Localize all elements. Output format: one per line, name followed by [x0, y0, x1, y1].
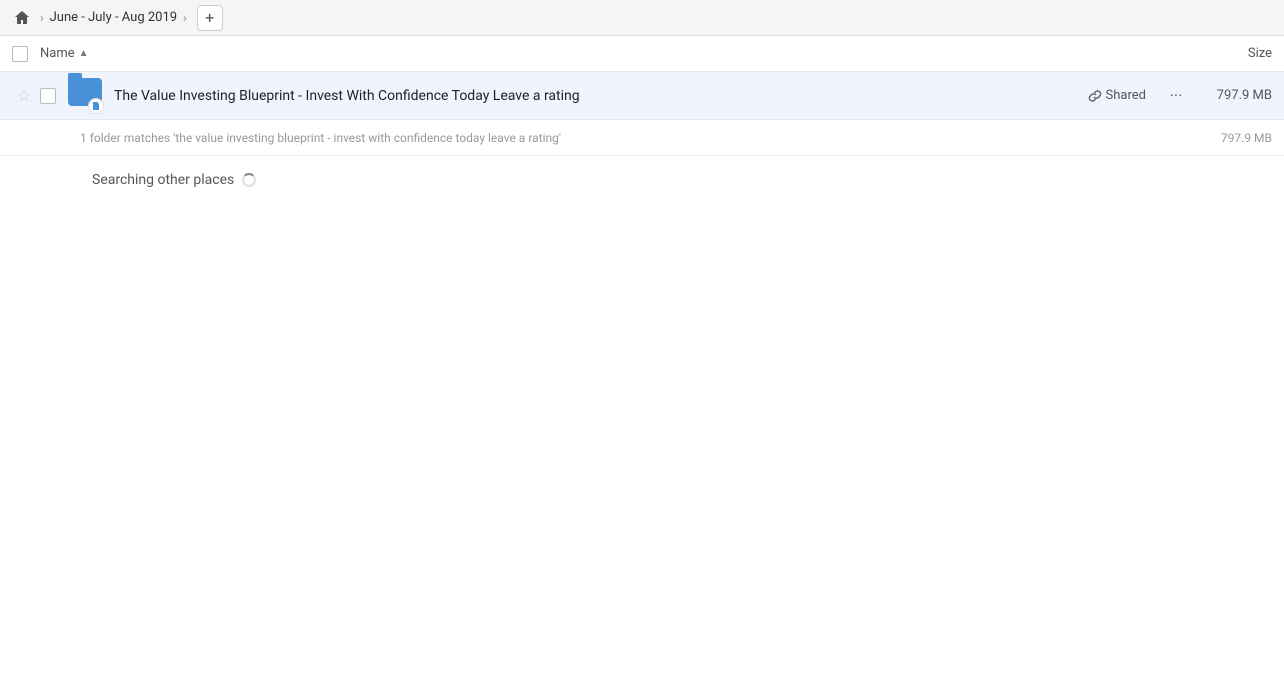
breadcrumb-path[interactable]: June - July - Aug 2019 — [50, 10, 177, 25]
loading-spinner — [242, 173, 256, 187]
select-all-checkbox[interactable] — [12, 46, 28, 62]
sort-arrow-icon: ▲ — [79, 48, 89, 59]
star-icon[interactable]: ☆ — [17, 86, 31, 105]
shared-label: Shared — [1106, 88, 1146, 103]
searching-label: Searching other places — [92, 172, 234, 188]
searching-other-places-section: Searching other places — [0, 156, 1284, 196]
file-name-label: The Value Investing Blueprint - Invest W… — [114, 88, 1088, 104]
file-icon-wrapper — [68, 78, 104, 114]
header-checkbox-col — [12, 46, 40, 62]
column-header-row: Name ▲ Size — [0, 36, 1284, 72]
breadcrumb-bar: › June - July - Aug 2019 › + — [0, 0, 1284, 36]
size-column-header[interactable]: Size — [1192, 46, 1272, 61]
match-size: 797.9 MB — [1202, 131, 1272, 145]
match-info-row: 1 folder matches 'the value investing bl… — [0, 120, 1284, 156]
shared-badge: Shared — [1088, 88, 1146, 103]
breadcrumb-chevron-1: › — [40, 11, 44, 25]
add-button[interactable]: + — [197, 5, 223, 31]
row-checkbox-col — [40, 88, 68, 104]
file-size-label: 797.9 MB — [1202, 88, 1272, 103]
name-column-header[interactable]: Name ▲ — [40, 46, 1192, 61]
file-type-overlay — [88, 98, 104, 114]
name-label: Name — [40, 46, 75, 61]
home-button[interactable] — [10, 6, 34, 30]
row-checkbox[interactable] — [40, 88, 56, 104]
link-icon — [1088, 89, 1102, 103]
breadcrumb-chevron-2: › — [183, 11, 187, 25]
match-text: 1 folder matches 'the value investing bl… — [80, 131, 1202, 145]
star-col: ☆ — [12, 86, 36, 105]
more-options-button[interactable]: ··· — [1162, 82, 1190, 110]
file-result-row[interactable]: ☆ The Value Investing Blueprint - Invest… — [0, 72, 1284, 120]
